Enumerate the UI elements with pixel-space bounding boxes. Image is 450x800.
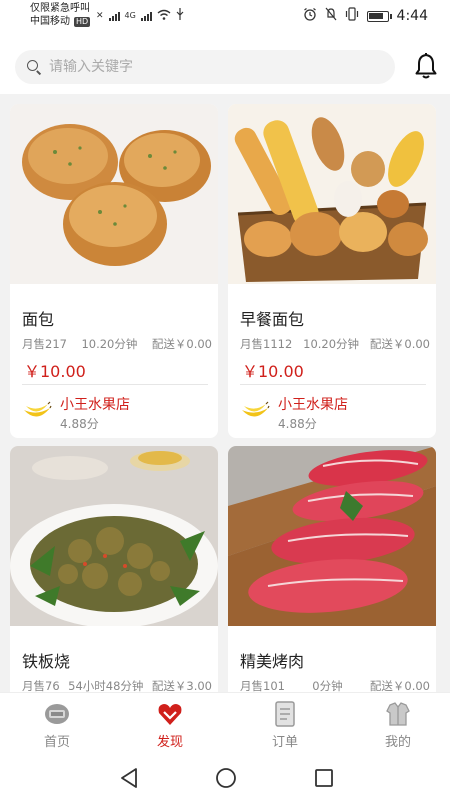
shop-name[interactable]: 小王水果店 xyxy=(60,394,130,414)
orders-icon xyxy=(271,701,299,727)
product-card[interactable]: 铁板烧 月售76 54小时48分钟 配送￥3.00 xyxy=(10,446,218,692)
delivery-time: 54小时48分钟 xyxy=(68,679,144,692)
delivery-time: 10.20分钟 xyxy=(303,337,360,351)
product-image-bbq-meat[interactable] xyxy=(228,446,436,626)
usb-icon xyxy=(176,8,184,23)
clock-time: 4:44 xyxy=(396,8,428,24)
product-name: 面包 xyxy=(22,310,55,329)
monthly-sales: 月售101 xyxy=(240,679,285,692)
product-price: ￥10.00 xyxy=(24,362,86,381)
nav-orders-label: 订单 xyxy=(271,735,298,750)
product-name: 铁板烧 xyxy=(22,652,71,671)
signal-strength-icon xyxy=(108,11,120,21)
product-name: 早餐面包 xyxy=(240,310,305,329)
nav-home[interactable]: 首页 xyxy=(17,701,97,750)
divider xyxy=(22,384,208,385)
search-icon xyxy=(27,60,41,74)
shop-logo-banana-icon xyxy=(22,398,52,424)
search-bar[interactable] xyxy=(15,50,395,84)
recent-apps-icon[interactable] xyxy=(312,766,336,790)
delivery-fee: 配送￥0.00 xyxy=(369,679,430,692)
back-icon[interactable] xyxy=(118,766,142,790)
product-meta: 月售76 54小时48分钟 配送￥3.00 xyxy=(22,678,212,692)
home-icon xyxy=(43,701,71,727)
product-card[interactable]: 早餐面包 月售1112 10.20分钟 配送￥0.00 ￥10.00 小王水果店… xyxy=(228,104,436,438)
wifi-icon xyxy=(157,9,171,23)
alarm-icon xyxy=(303,7,317,25)
product-card[interactable]: 精美烤肉 月售101 0分钟 配送￥0.00 xyxy=(228,446,436,692)
monthly-sales: 月售217 xyxy=(22,337,67,351)
delivery-fee: 配送￥0.00 xyxy=(151,337,212,351)
carrier-info: 仅限紧急呼叫 中国移动 HD xyxy=(30,2,91,28)
product-card[interactable]: 面包 月售217 10.20分钟 配送￥0.00 ￥10.00 小王水果店 4.… xyxy=(10,104,218,438)
status-right-icons: 4:44 xyxy=(303,7,428,25)
battery-icon xyxy=(366,10,392,22)
bell-icon[interactable] xyxy=(414,53,438,79)
shop-name[interactable]: 小王水果店 xyxy=(278,394,348,414)
divider xyxy=(240,384,426,385)
product-price: ￥10.00 xyxy=(242,362,304,381)
emergency-call-text: 仅限紧急呼叫 xyxy=(30,3,90,14)
mute-icon xyxy=(325,7,337,25)
nav-orders[interactable]: 订单 xyxy=(245,701,325,750)
system-nav-bar xyxy=(0,756,450,800)
no-signal-icon: ✕ xyxy=(96,10,104,21)
discover-icon xyxy=(156,701,184,727)
profile-icon xyxy=(384,701,412,727)
signal-strength-icon-2 xyxy=(140,11,152,21)
hd-badge: HD xyxy=(74,16,91,27)
product-grid: 面包 月售217 10.20分钟 配送￥0.00 ￥10.00 小王水果店 4.… xyxy=(0,94,450,692)
product-name: 精美烤肉 xyxy=(240,652,305,671)
product-meta: 月售1112 10.20分钟 配送￥0.00 xyxy=(240,336,430,352)
header xyxy=(0,34,450,94)
product-meta: 月售101 0分钟 配送￥0.00 xyxy=(240,678,430,692)
delivery-fee: 配送￥3.00 xyxy=(151,679,212,692)
product-image-breakfast-bread[interactable] xyxy=(228,104,436,284)
nav-mine[interactable]: 我的 xyxy=(358,701,438,750)
delivery-time: 10.20分钟 xyxy=(81,337,138,351)
nav-discover-label: 发现 xyxy=(156,735,183,750)
shop-logo-banana-icon xyxy=(240,398,270,424)
nav-discover[interactable]: 发现 xyxy=(130,701,210,750)
shop-rating: 4.88分 xyxy=(60,417,99,431)
network-type-label: 4G xyxy=(124,11,136,20)
carrier-name: 中国移动 xyxy=(30,16,70,27)
nav-mine-label: 我的 xyxy=(384,735,411,750)
status-bar: 仅限紧急呼叫 中国移动 HD ✕ 4G 4:44 xyxy=(0,0,450,34)
shop-rating: 4.88分 xyxy=(278,417,317,431)
vibrate-icon xyxy=(345,7,359,25)
monthly-sales: 月售1112 xyxy=(240,337,293,351)
product-image-bread[interactable] xyxy=(10,104,218,284)
nav-home-label: 首页 xyxy=(43,735,70,750)
home-button-icon[interactable] xyxy=(214,766,238,790)
delivery-fee: 配送￥0.00 xyxy=(369,337,430,351)
product-meta: 月售217 10.20分钟 配送￥0.00 xyxy=(22,336,212,352)
search-input[interactable] xyxy=(49,59,349,75)
product-image-teppanyaki[interactable] xyxy=(10,446,218,626)
delivery-time: 0分钟 xyxy=(312,679,343,692)
monthly-sales: 月售76 xyxy=(22,679,60,692)
network-icons: ✕ 4G xyxy=(96,8,184,23)
bottom-nav: 首页 发现 订单 我的 xyxy=(0,692,450,756)
